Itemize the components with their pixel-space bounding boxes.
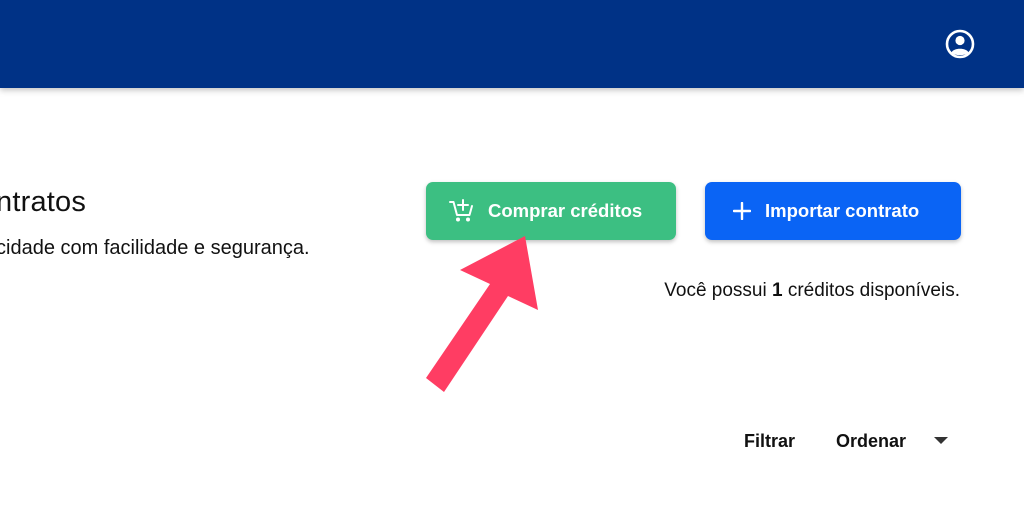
sort-button[interactable]: Ordenar — [836, 431, 906, 452]
credits-prefix: Você possui — [664, 280, 772, 301]
page-title: ntratos — [0, 186, 87, 218]
page-subtitle: cidade com facilidade e segurança. — [0, 237, 310, 259]
buy-credits-label: Comprar créditos — [488, 200, 643, 221]
credits-available-text: Você possui 1 créditos disponíveis. — [664, 280, 960, 302]
top-app-bar — [0, 0, 1024, 88]
account-button[interactable] — [944, 28, 976, 60]
chevron-down-icon[interactable] — [934, 437, 948, 444]
plus-icon — [733, 202, 751, 220]
account-circle-icon — [945, 29, 975, 59]
pointer-arrow-icon — [426, 236, 538, 392]
filter-button[interactable]: Filtrar — [744, 431, 795, 452]
import-contract-label: Importar contrato — [765, 200, 920, 221]
credits-count: 1 — [772, 280, 783, 301]
cart-plus-icon — [448, 198, 474, 224]
import-contract-button[interactable]: Importar contrato — [705, 182, 961, 240]
credits-suffix: créditos disponíveis. — [782, 280, 960, 301]
